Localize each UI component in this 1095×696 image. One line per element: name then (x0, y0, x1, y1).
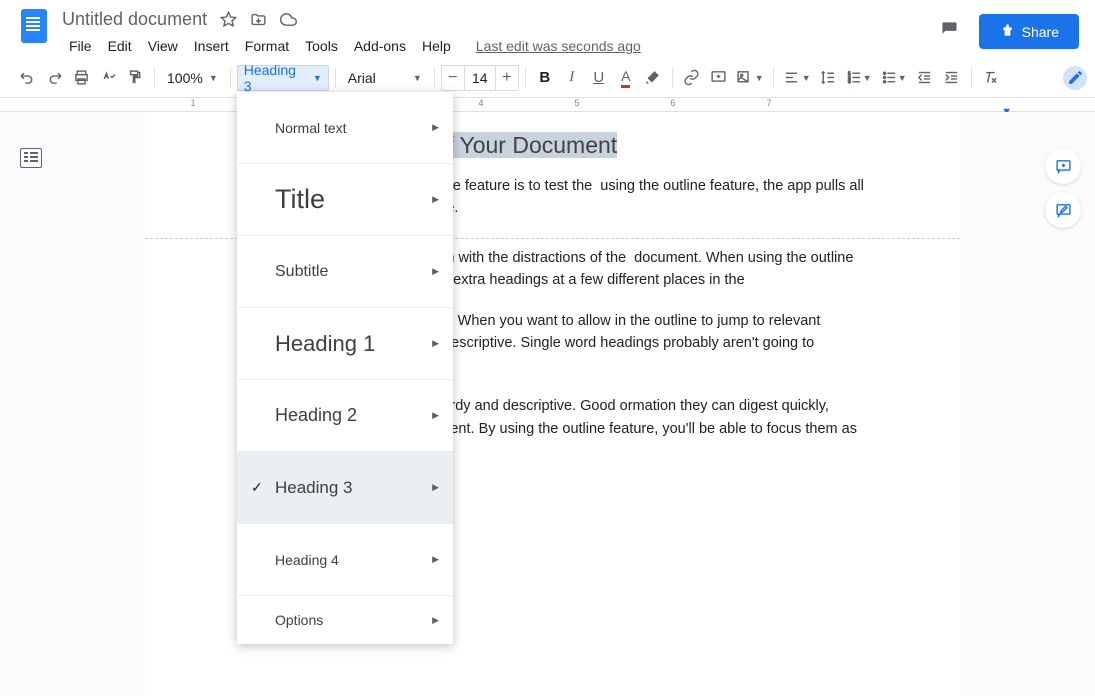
menu-view[interactable]: View (141, 34, 185, 58)
ruler[interactable]: 1 2 3 4 5 6 7 ▼ (0, 98, 1095, 112)
indent-decrease-button[interactable] (912, 65, 938, 91)
redo-button[interactable] (41, 65, 67, 91)
style-option-title[interactable]: Title▶ (237, 164, 453, 236)
style-option-label: Title (251, 184, 432, 215)
outline-toggle-icon[interactable] (20, 148, 42, 168)
submenu-arrow-icon: ▶ (432, 122, 439, 133)
insert-image-button[interactable]: ▼ (733, 65, 767, 91)
editor-area: e the Organization of Your Document ns t… (0, 112, 1095, 696)
cloud-icon[interactable] (279, 10, 297, 28)
submenu-arrow-icon: ▶ (432, 266, 439, 277)
print-button[interactable] (68, 65, 94, 91)
menu-insert[interactable]: Insert (187, 34, 236, 58)
document-title[interactable]: Untitled document (62, 9, 207, 30)
spellcheck-button[interactable] (95, 65, 121, 91)
submenu-arrow-icon: ▶ (432, 482, 439, 493)
font-size-value[interactable]: 14 (464, 66, 496, 90)
style-option-normal-text[interactable]: Normal text▶ (237, 92, 453, 164)
font-size-control: − 14 + (441, 65, 519, 91)
suggest-edit-icon[interactable] (1045, 192, 1081, 228)
submenu-arrow-icon: ▶ (432, 615, 439, 626)
numbered-list-button[interactable]: 123▼ (842, 65, 876, 91)
clear-formatting-button[interactable] (978, 65, 1004, 91)
link-button[interactable] (679, 65, 705, 91)
editing-mode-button[interactable] (1063, 66, 1087, 90)
star-icon[interactable] (219, 10, 237, 28)
menu-format[interactable]: Format (238, 34, 296, 58)
bold-button[interactable]: B (532, 65, 558, 91)
indent-increase-button[interactable] (939, 65, 965, 91)
style-option-label: Heading 1 (251, 331, 432, 357)
share-label: Share (1022, 24, 1059, 40)
svg-text:3: 3 (848, 79, 851, 84)
style-option-label: Subtitle (251, 263, 432, 281)
italic-button[interactable]: I (559, 65, 585, 91)
align-button[interactable]: ▼ (780, 65, 814, 91)
zoom-dropdown[interactable]: 100%▼ (161, 65, 224, 91)
paragraph-style-dropdown[interactable]: Heading 3▼ (237, 65, 329, 91)
comment-history-icon[interactable] (941, 21, 963, 43)
docs-logo[interactable] (16, 8, 52, 44)
toolbar: 100%▼ Heading 3▼ Arial▼ − 14 + B I U A ▼… (0, 58, 1095, 98)
font-dropdown[interactable]: Arial▼ (342, 65, 428, 91)
underline-button[interactable]: U (586, 65, 612, 91)
style-option-label: Options (251, 612, 432, 628)
bullet-list-button[interactable]: ▼ (877, 65, 911, 91)
style-option-options[interactable]: Options▶ (237, 596, 453, 644)
style-option-label: Normal text (251, 120, 432, 136)
line-spacing-button[interactable] (815, 65, 841, 91)
menu-addons[interactable]: Add-ons (347, 34, 413, 58)
style-option-label: Heading 2 (251, 405, 432, 426)
style-option-label: Heading 3 (251, 478, 432, 498)
style-option-heading-3[interactable]: ✓Heading 3▶ (237, 452, 453, 524)
font-size-decrease[interactable]: − (442, 66, 464, 90)
insert-comment-button[interactable] (706, 65, 732, 91)
submenu-arrow-icon: ▶ (432, 410, 439, 421)
undo-button[interactable] (14, 65, 40, 91)
last-edit-link[interactable]: Last edit was seconds ago (468, 34, 649, 58)
style-option-label: Heading 4 (251, 552, 432, 568)
text-color-button[interactable]: A (613, 65, 639, 91)
paint-format-button[interactable] (122, 65, 148, 91)
menu-help[interactable]: Help (415, 34, 458, 58)
app-header: Untitled document File Edit View Insert … (0, 0, 1095, 58)
style-option-subtitle[interactable]: Subtitle▶ (237, 236, 453, 308)
style-option-heading-1[interactable]: Heading 1▶ (237, 308, 453, 380)
menu-edit[interactable]: Edit (101, 34, 139, 58)
move-icon[interactable] (249, 10, 267, 28)
submenu-arrow-icon: ▶ (432, 554, 439, 565)
menu-bar: File Edit View Insert Format Tools Add-o… (62, 34, 941, 58)
check-icon: ✓ (251, 479, 263, 496)
add-comment-icon[interactable] (1045, 148, 1081, 184)
menu-tools[interactable]: Tools (298, 34, 345, 58)
submenu-arrow-icon: ▶ (432, 194, 439, 205)
highlight-button[interactable] (640, 65, 666, 91)
menu-file[interactable]: File (62, 34, 99, 58)
submenu-arrow-icon: ▶ (432, 338, 439, 349)
font-size-increase[interactable]: + (496, 66, 518, 90)
style-option-heading-4[interactable]: Heading 4▶ (237, 524, 453, 596)
paragraph-styles-menu: Normal text▶Title▶Subtitle▶Heading 1▶Hea… (237, 92, 453, 644)
share-button[interactable]: Share (979, 14, 1079, 49)
style-option-heading-2[interactable]: Heading 2▶ (237, 380, 453, 452)
